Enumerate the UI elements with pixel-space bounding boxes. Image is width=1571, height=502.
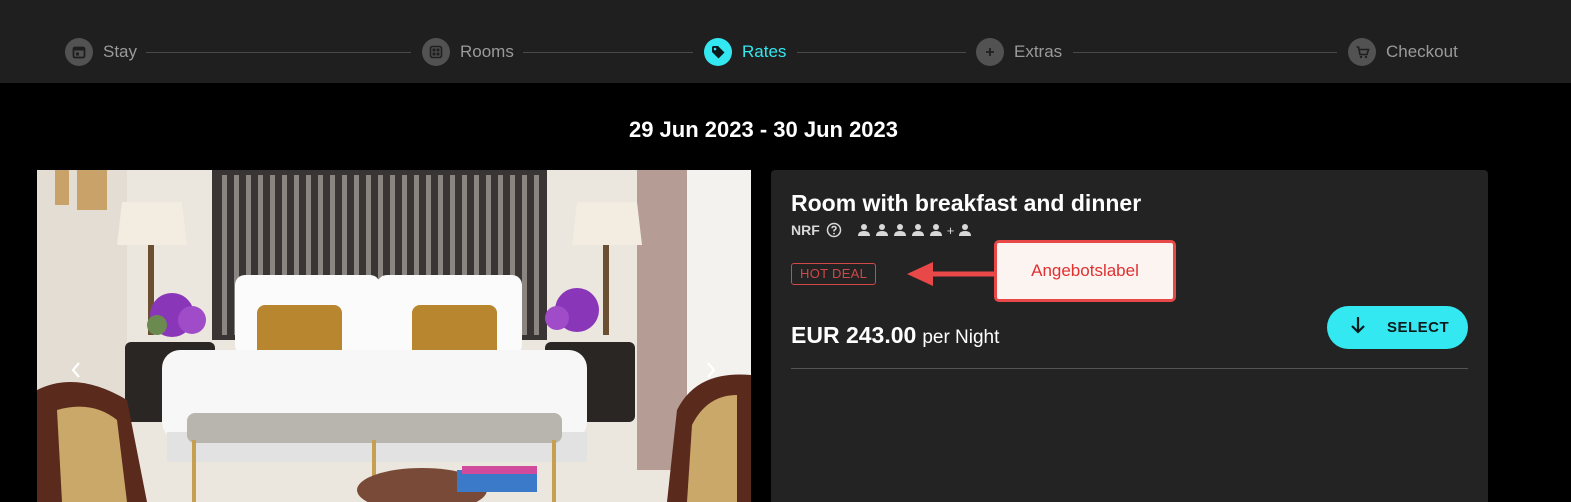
help-circle-icon[interactable]	[826, 222, 842, 238]
arrow-down-icon	[1349, 315, 1367, 340]
annotation-arrow	[907, 262, 995, 286]
rate-code: NRF	[791, 222, 820, 238]
step-label: Rooms	[460, 42, 514, 61]
select-button[interactable]: SELECT	[1327, 306, 1468, 349]
person-icon	[892, 223, 908, 237]
step-stay[interactable]: Stay	[65, 38, 137, 66]
rate-card: Room with breakfast and dinner NRF + HOT…	[771, 170, 1488, 502]
person-icon	[957, 223, 973, 237]
hot-deal-badge: HOT DEAL	[791, 263, 877, 285]
step-connector	[146, 52, 411, 53]
price-amount: EUR 243.00	[791, 322, 917, 348]
calendar-icon	[65, 38, 93, 66]
step-connector	[523, 52, 693, 53]
divider	[791, 368, 1468, 369]
select-button-label: SELECT	[1387, 319, 1450, 336]
step-rates[interactable]: Rates	[704, 38, 786, 66]
rate-price: EUR 243.00 per Night	[791, 322, 999, 349]
step-connector	[797, 52, 966, 53]
rate-title: Room with breakfast and dinner	[791, 190, 1142, 216]
occupancy-plus: +	[946, 222, 955, 238]
occupancy: +	[856, 223, 974, 237]
plus-icon	[976, 38, 1004, 66]
tag-icon	[704, 38, 732, 66]
cart-icon	[1348, 38, 1376, 66]
person-icon	[928, 223, 944, 237]
step-connector	[1073, 52, 1337, 53]
step-label: Rates	[742, 42, 787, 61]
room-photo	[37, 170, 751, 502]
step-label: Extras	[1014, 42, 1063, 61]
rate-meta: NRF +	[791, 221, 973, 239]
person-icon	[856, 223, 872, 237]
step-label: Checkout	[1386, 42, 1458, 61]
step-rooms[interactable]: Rooms	[422, 38, 514, 66]
step-label: Stay	[103, 42, 138, 61]
person-icon	[910, 223, 926, 237]
person-icon	[874, 223, 890, 237]
booking-stepper: Stay Rooms Rates Extras Checkout	[0, 0, 1571, 83]
chevron-left-icon[interactable]	[65, 355, 87, 385]
date-range: 29 Jun 2023 - 30 Jun 2023	[628, 117, 899, 142]
step-checkout[interactable]: Checkout	[1348, 38, 1458, 66]
annotation-callout: Angebotslabel	[994, 240, 1176, 302]
chevron-right-icon[interactable]	[700, 355, 722, 385]
price-unit: per Night	[922, 327, 1000, 348]
step-extras[interactable]: Extras	[976, 38, 1062, 66]
grid-icon	[422, 38, 450, 66]
